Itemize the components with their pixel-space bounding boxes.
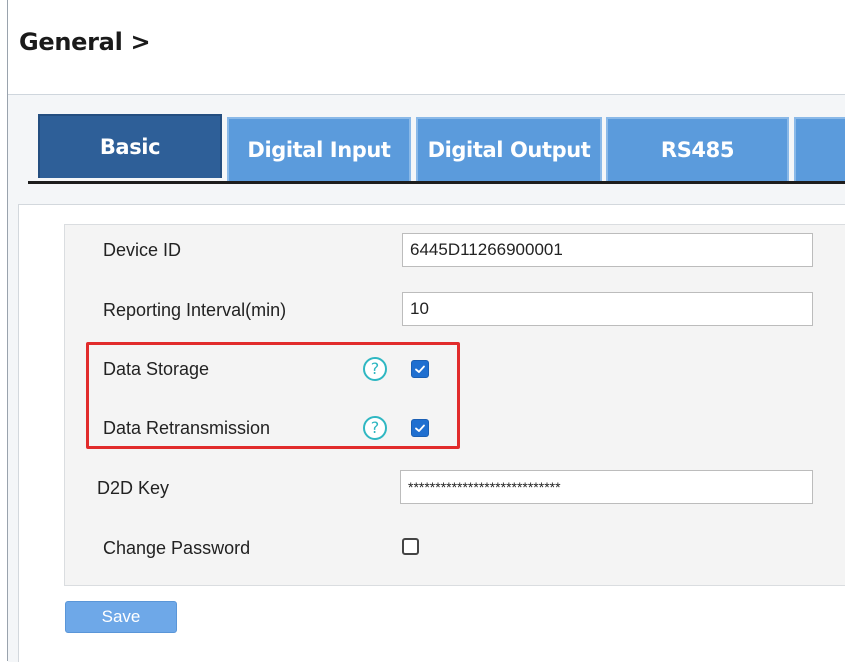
device-id-label: Device ID <box>103 240 182 260</box>
page-title: General > <box>19 28 151 56</box>
d2d-key-label: D2D Key <box>97 478 170 498</box>
tab-rs485[interactable]: RS485 <box>606 117 789 181</box>
data-retransmission-help-icon[interactable]: ? <box>363 416 387 440</box>
tab-basic[interactable]: Basic <box>38 114 222 178</box>
tab-underline <box>28 181 845 184</box>
data-storage-help-icon[interactable]: ? <box>363 357 387 381</box>
reporting-interval-field[interactable] <box>402 292 813 326</box>
change-password-label: Change Password <box>103 538 251 558</box>
tab-digital-input[interactable]: Digital Input <box>227 117 411 181</box>
checkmark-icon <box>415 424 425 432</box>
d2d-key-field[interactable] <box>400 470 813 504</box>
data-storage-label: Data Storage <box>103 359 210 379</box>
change-password-checkbox[interactable] <box>402 538 419 555</box>
checkmark-icon <box>415 365 425 373</box>
data-retransmission-label: Data Retransmission <box>103 418 271 438</box>
device-id-field[interactable] <box>402 233 813 267</box>
reporting-interval-label: Reporting Interval(min) <box>103 300 287 320</box>
save-button[interactable]: Save <box>65 601 177 633</box>
tab-more[interactable] <box>794 117 845 181</box>
data-storage-checkbox[interactable] <box>411 360 429 378</box>
basic-settings-form <box>64 224 845 586</box>
data-retransmission-checkbox[interactable] <box>411 419 429 437</box>
tab-digital-output[interactable]: Digital Output <box>416 117 602 181</box>
